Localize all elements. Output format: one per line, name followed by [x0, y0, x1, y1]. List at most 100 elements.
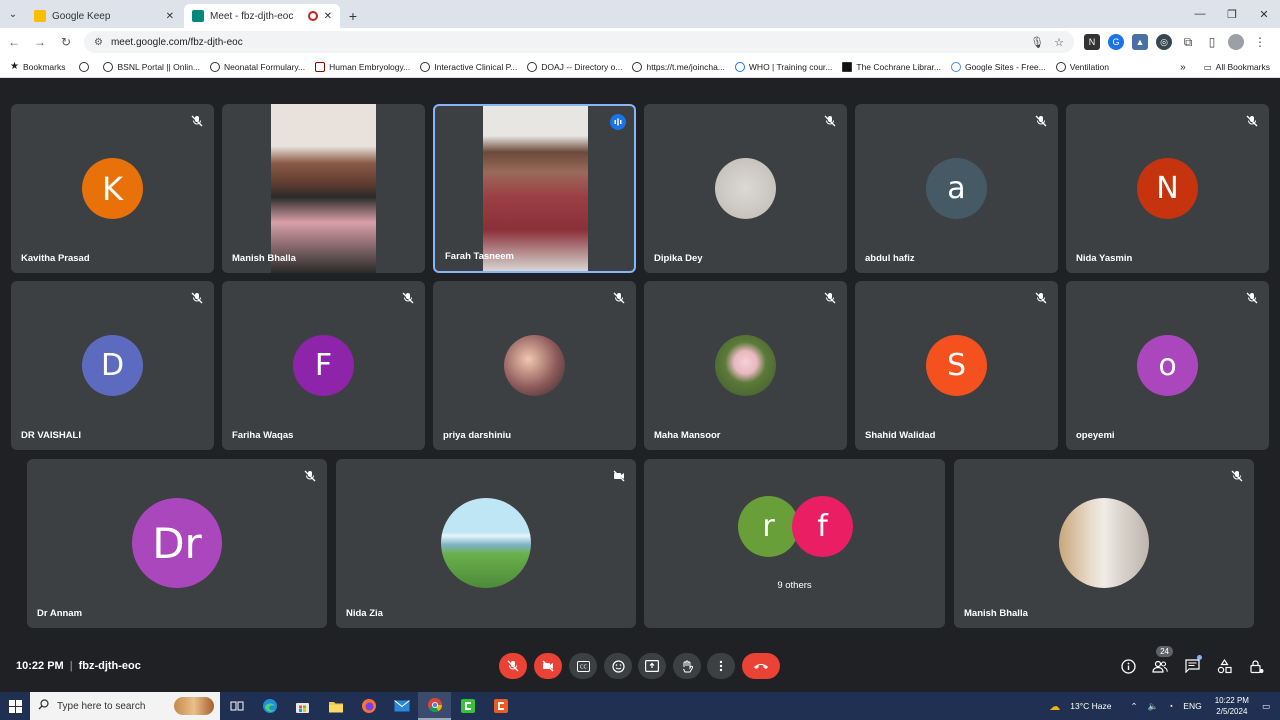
camtasia-icon[interactable] — [451, 692, 484, 720]
mic-off-icon — [1034, 291, 1048, 305]
meeting-time: 10:22 PM — [16, 660, 64, 672]
participant-tile[interactable]: a abdul hafiz — [855, 104, 1058, 273]
emoji-reaction-button[interactable] — [604, 653, 632, 679]
language-indicator[interactable]: ENG — [1183, 701, 1201, 711]
notification-icon[interactable]: ▭ — [1262, 701, 1270, 712]
more-options-button[interactable] — [707, 653, 735, 679]
bookmark-item[interactable]: https://t.me/joincha... — [632, 61, 725, 72]
bookmark-item[interactable]: BSNL Portal || Onlin... — [103, 61, 200, 72]
windows-start-icon[interactable] — [0, 692, 30, 720]
weather-text[interactable]: 13°C Haze — [1070, 701, 1111, 711]
participant-tile[interactable]: F Fariha Waqas — [222, 281, 425, 450]
participant-tile[interactable]: Nida Zia — [336, 459, 636, 628]
chevron-up-icon[interactable]: ⌃ — [1130, 701, 1137, 712]
chrome-icon[interactable] — [418, 692, 451, 720]
bookmark-item[interactable]: Neonatal Formulary... — [210, 61, 306, 72]
bookmark-star-icon[interactable]: ☆ — [1054, 36, 1064, 49]
taskbar-search-input[interactable]: Type here to search — [30, 692, 220, 720]
participant-tile[interactable]: Maha Mansoor — [644, 281, 847, 450]
activities-icon[interactable] — [1215, 657, 1233, 675]
raise-hand-button[interactable] — [673, 653, 701, 679]
file-explorer-icon[interactable] — [319, 692, 352, 720]
firefox-icon[interactable] — [352, 692, 385, 720]
edge-icon[interactable] — [253, 692, 286, 720]
mail-icon[interactable] — [385, 692, 418, 720]
recorder-icon[interactable] — [484, 692, 517, 720]
browser-tab-bar: ⌄ Google Keep ✕ Meet - fbz-djth-eoc ✕ + … — [0, 0, 1280, 28]
meeting-details-icon[interactable] — [1119, 657, 1137, 675]
bsnl-icon — [103, 61, 114, 72]
chevron-right-icon[interactable]: » — [1180, 62, 1186, 73]
participant-name: Nida Yasmin — [1076, 253, 1133, 264]
participant-tile[interactable]: priya darshiniu — [433, 281, 636, 450]
avatar: f — [792, 496, 853, 557]
participant-tile[interactable]: S Shahid Walidad — [855, 281, 1058, 450]
close-tab-icon[interactable]: ✕ — [166, 11, 174, 22]
extension-icon[interactable]: ◎ — [1156, 34, 1172, 50]
bookmark-item[interactable]: ★ Bookmarks — [10, 61, 65, 72]
close-tab-icon[interactable]: ✕ — [324, 11, 332, 22]
microsoft-store-icon[interactable] — [286, 692, 319, 720]
puzzle-icon[interactable]: ⧉ — [1180, 34, 1196, 50]
site-info-icon[interactable]: ⚙ — [94, 37, 103, 48]
task-view-icon[interactable] — [220, 692, 253, 720]
bookmark-item[interactable]: WHO | Training cour... — [734, 61, 832, 72]
windows-taskbar: Type here to search ☁ 13°C Haze ⌃ 🔈 ◔ EN… — [0, 692, 1280, 720]
captions-button[interactable]: CC — [569, 653, 597, 679]
bookmark-item[interactable]: DOAJ -- Directory o... — [527, 61, 622, 72]
participant-tile[interactable]: o opeyemi — [1066, 281, 1269, 450]
participant-tile-active-speaker[interactable]: Farah Tasneem — [433, 104, 636, 273]
bookmark-item[interactable]: Interactive Clinical P... — [420, 61, 517, 72]
camera-toggle-button[interactable] — [534, 653, 562, 679]
others-tile[interactable]: r f 9 others — [644, 459, 945, 628]
google-meet-icon — [192, 10, 204, 22]
bookmark-item[interactable]: Google Sites - Free... — [950, 61, 1046, 72]
new-tab-button[interactable]: + — [342, 4, 364, 28]
tab-search-button[interactable]: ⌄ — [0, 0, 26, 28]
present-screen-button[interactable] — [638, 653, 666, 679]
extension-icon[interactable]: ▲ — [1132, 34, 1148, 50]
taskbar-clock[interactable]: 10:22 PM 2/5/2024 — [1215, 695, 1249, 717]
tab-meet[interactable]: Meet - fbz-djth-eoc ✕ — [184, 4, 340, 28]
url-input[interactable]: ⚙ meet.google.com/fbz-djth-eoc 🎙 ☆ — [84, 31, 1074, 53]
chat-icon[interactable] — [1183, 655, 1202, 675]
bookmark-item[interactable]: The Cochrane Librar... — [842, 61, 941, 72]
reload-icon[interactable]: ↻ — [54, 30, 78, 54]
participant-tile[interactable]: N Nida Yasmin — [1066, 104, 1269, 273]
participant-tile[interactable]: D DR VAISHALI — [11, 281, 214, 450]
minimize-icon[interactable]: — — [1184, 0, 1216, 28]
participant-tile[interactable]: K Kavitha Prasad — [11, 104, 214, 273]
speaker-icon[interactable]: 🔈 — [1148, 701, 1159, 712]
people-icon[interactable]: 24 — [1151, 646, 1173, 675]
back-arrow-icon[interactable]: ← — [2, 30, 26, 54]
avatar-photo — [504, 335, 565, 396]
leave-call-button[interactable] — [742, 653, 780, 679]
extension-icon[interactable]: G — [1108, 34, 1124, 50]
participant-tile[interactable]: Manish Bhalla — [222, 104, 425, 273]
globe-icon — [632, 61, 643, 72]
participant-tile[interactable]: Dipika Dey — [644, 104, 847, 273]
extension-icon[interactable]: N — [1084, 34, 1100, 50]
bookmark-label: Neonatal Formulary... — [224, 61, 306, 72]
restore-icon[interactable]: ❐ — [1216, 0, 1248, 28]
microphone-icon[interactable]: 🎙 — [1030, 36, 1044, 49]
profile-avatar[interactable] — [1228, 34, 1244, 50]
mic-off-icon — [401, 291, 415, 305]
mic-toggle-button[interactable] — [499, 653, 527, 679]
tab-google-keep[interactable]: Google Keep ✕ — [26, 4, 182, 28]
side-panel-icon[interactable]: ▯ — [1204, 34, 1220, 50]
globe-icon — [527, 61, 538, 72]
avatar: r — [738, 496, 799, 557]
participant-tile[interactable]: Dr Dr Annam — [27, 459, 327, 628]
bookmark-item[interactable]: Ventilation — [1055, 61, 1109, 72]
more-vert-icon[interactable]: ⋮ — [1252, 34, 1268, 50]
wifi-icon[interactable]: ◔ — [1168, 701, 1173, 711]
bookmark-label: Ventilation — [1069, 61, 1109, 72]
bookmark-item[interactable]: Human Embryology... — [315, 61, 410, 72]
host-controls-icon[interactable] — [1247, 657, 1265, 675]
close-window-icon[interactable]: ✕ — [1248, 0, 1280, 28]
bookmark-item[interactable] — [79, 61, 93, 72]
forward-arrow-icon[interactable]: → — [28, 30, 52, 54]
all-bookmarks[interactable]: » ▭ All Bookmarks — [1180, 56, 1270, 78]
participant-tile[interactable]: Manish Bhalla — [954, 459, 1254, 628]
